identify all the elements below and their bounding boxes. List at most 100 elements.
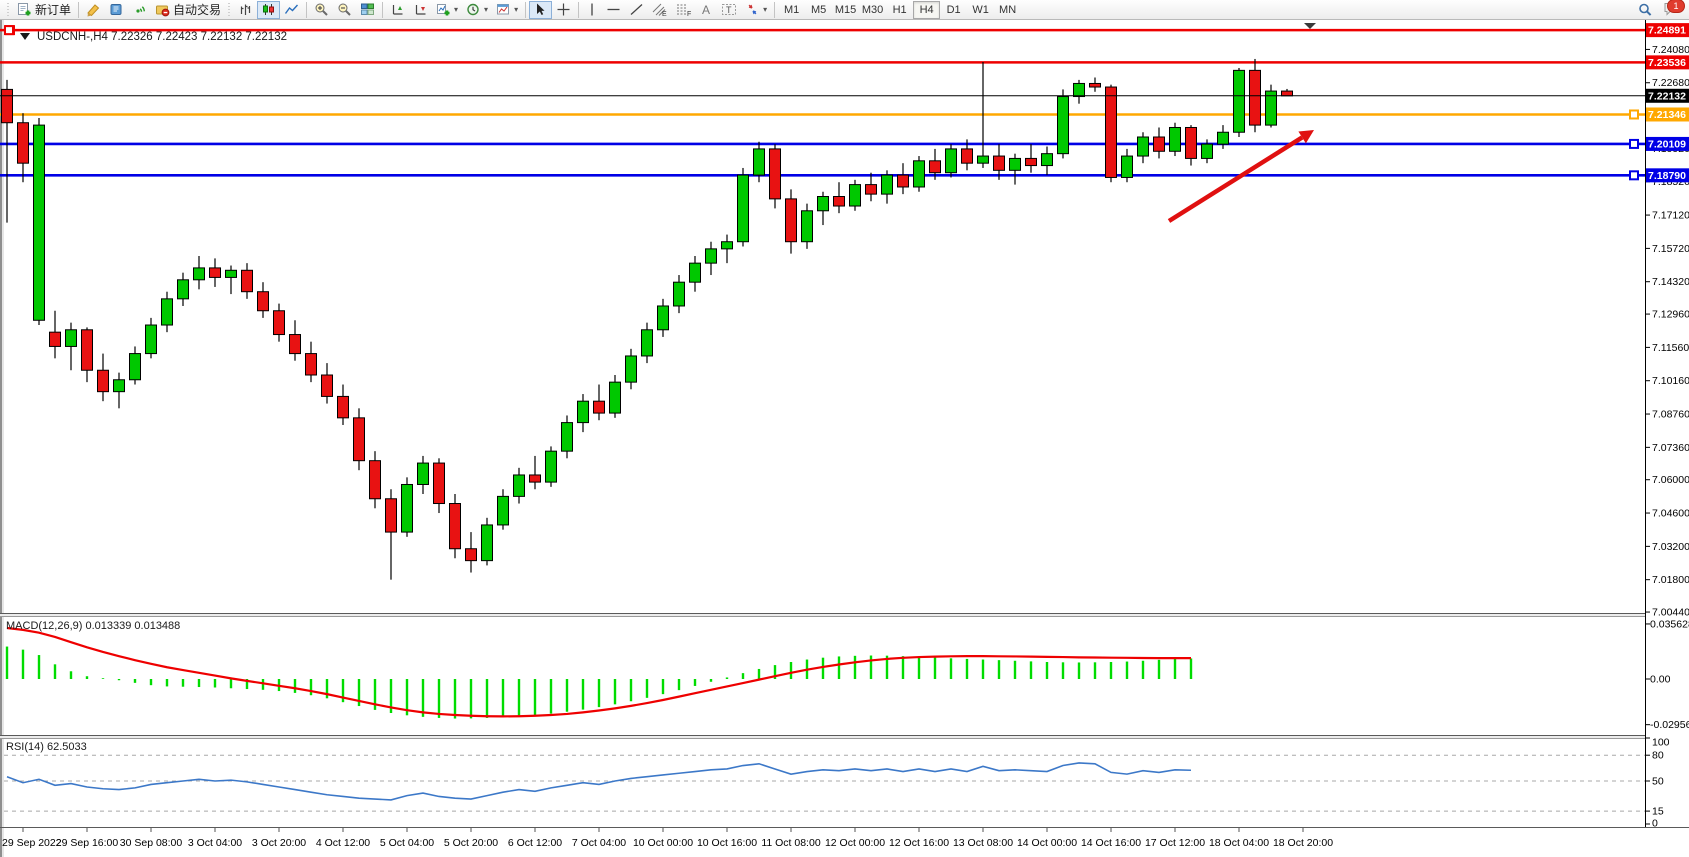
trendline-tool-button[interactable] <box>625 1 648 19</box>
cursor-icon <box>533 2 548 17</box>
vertical-line-tool-button[interactable] <box>582 1 602 19</box>
arrange-down-icon <box>413 2 428 17</box>
channel-icon: E <box>652 2 668 17</box>
signal-icon <box>132 2 147 17</box>
price-tick-label: 7.08760 <box>1652 409 1689 421</box>
timeframe-toolbar: M1M5M15M30H1H4D1W1MN <box>778 1 1021 19</box>
candlestick-icon <box>261 2 276 17</box>
price-tick-label: 7.17120 <box>1652 210 1689 222</box>
price-tick-label: 7.15720 <box>1652 243 1689 255</box>
line-marker[interactable] <box>1630 110 1638 118</box>
candle-body <box>610 382 621 413</box>
candle-body <box>226 270 237 277</box>
auto-trading-button[interactable]: 自动交易 <box>151 1 225 19</box>
chart-title: USDCNH-,H4 7.22326 7.22423 7.22132 7.221… <box>37 31 287 43</box>
candle-body <box>66 330 77 347</box>
toolbar-drag-handle[interactable] <box>6 3 11 17</box>
periods-menu-button[interactable]: ▾ <box>462 1 492 19</box>
candle-body <box>594 401 605 413</box>
chart-area[interactable]: 7.240807.226807.212807.199207.185207.171… <box>0 20 1689 857</box>
candle-body <box>1154 137 1165 151</box>
candle-body <box>690 263 701 282</box>
search-button[interactable] <box>1633 1 1657 19</box>
candle-body <box>82 330 93 370</box>
candle-body <box>802 211 813 242</box>
crayon-icon <box>86 2 101 17</box>
separator <box>306 2 307 18</box>
time-tick-label: 18 Oct 04:00 <box>1209 837 1269 849</box>
horizontal-line-tool-button[interactable] <box>602 1 625 19</box>
timeframe-D1[interactable]: D1 <box>940 1 967 19</box>
fibonacci-tool-button[interactable]: F <box>672 1 696 19</box>
crosshair-tool-button[interactable] <box>552 1 575 19</box>
timeframe-M30[interactable]: M30 <box>859 1 886 19</box>
candle-body <box>914 161 925 187</box>
zoom-in-button[interactable] <box>310 1 333 19</box>
separator <box>382 2 383 18</box>
time-tick-label: 11 Oct 08:00 <box>761 837 821 849</box>
candle-body <box>2 89 13 122</box>
candle-body <box>930 161 941 173</box>
timeframe-H4[interactable]: H4 <box>913 1 940 19</box>
timeframe-M5[interactable]: M5 <box>805 1 832 19</box>
candle-body <box>242 270 253 291</box>
crosshair-icon <box>556 2 571 17</box>
signals-button[interactable] <box>128 1 151 19</box>
timeframe-H1[interactable]: H1 <box>886 1 913 19</box>
price-chart-svg[interactable]: 7.240807.226807.212807.199207.185207.171… <box>0 20 1689 857</box>
indicators-menu-button[interactable]: ▾ <box>432 1 462 19</box>
templates-menu-button[interactable]: ▾ <box>492 1 522 19</box>
svg-text:7.20109: 7.20109 <box>1648 138 1686 150</box>
timeframe-W1[interactable]: W1 <box>967 1 994 19</box>
candle-body <box>1090 83 1101 87</box>
time-tick-label: 10 Oct 16:00 <box>697 837 757 849</box>
rsi-tick-label: 15 <box>1652 806 1664 818</box>
separator <box>78 2 79 18</box>
candle-body <box>34 125 45 320</box>
timeframe-MN[interactable]: MN <box>994 1 1021 19</box>
toolbar-drag-handle[interactable] <box>227 3 232 17</box>
search-icon <box>1637 2 1653 18</box>
candle-body <box>674 282 685 306</box>
candlestick-chart-type-button[interactable] <box>257 1 280 19</box>
line-chart-type-button[interactable] <box>280 1 303 19</box>
arrange-charts-button[interactable] <box>386 1 409 19</box>
candle-body <box>114 380 125 392</box>
text-tool-button[interactable]: A <box>696 1 717 19</box>
candle-body <box>514 475 525 496</box>
bar-chart-type-button[interactable] <box>234 1 257 19</box>
text-label-tool-button[interactable]: T <box>717 1 741 19</box>
svg-text:7.23536: 7.23536 <box>1648 57 1686 69</box>
arrows-tool-button[interactable]: ▾ <box>741 1 771 19</box>
timeframe-M1[interactable]: M1 <box>778 1 805 19</box>
candle-body <box>290 335 301 354</box>
highlight-tool-button[interactable] <box>82 1 105 19</box>
candle-body <box>1138 137 1149 156</box>
zoom-in-icon <box>314 2 329 17</box>
tile-windows-button[interactable] <box>356 1 379 19</box>
equidistant-channel-tool-button[interactable]: E <box>648 1 672 19</box>
arrange-windows-button[interactable] <box>409 1 432 19</box>
cursor-tool-button[interactable] <box>529 1 552 19</box>
separator <box>774 2 775 18</box>
candle-body <box>1042 154 1053 166</box>
time-tick-label: 12 Oct 16:00 <box>889 837 949 849</box>
candle-body <box>962 149 973 163</box>
market-watch-button[interactable] <box>105 1 128 19</box>
line-marker[interactable] <box>5 26 13 34</box>
new-order-button[interactable]: 新订单 <box>13 1 75 19</box>
line-marker[interactable] <box>1630 171 1638 179</box>
macd-tick-label: 0.035628 <box>1650 618 1689 630</box>
line-marker[interactable] <box>1630 140 1638 148</box>
zoom-out-button[interactable] <box>333 1 356 19</box>
candle-body <box>194 268 205 280</box>
candle-body <box>882 175 893 194</box>
candle-body <box>546 451 557 482</box>
candle-body <box>1122 156 1133 177</box>
candle-body <box>658 306 669 330</box>
candle-body <box>978 156 989 163</box>
timeframe-M15[interactable]: M15 <box>832 1 859 19</box>
notifications-button[interactable]: 1 <box>1663 1 1683 19</box>
time-tick-label: 7 Oct 04:00 <box>572 837 626 849</box>
candle-body <box>1026 158 1037 165</box>
